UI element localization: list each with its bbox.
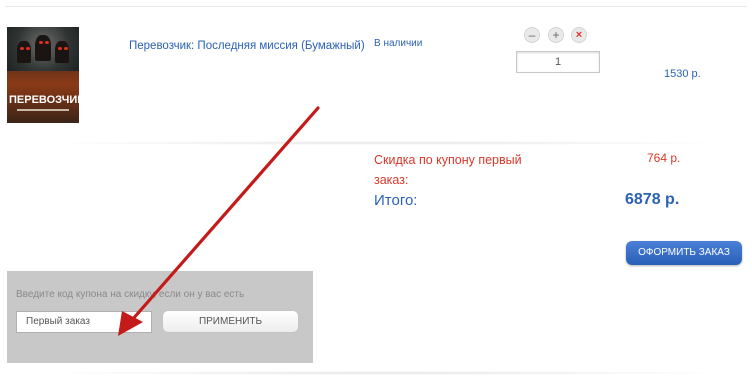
plus-icon: + <box>552 28 560 42</box>
book-cover-image[interactable]: ПЕРЕВОЗЧИК <box>7 27 79 123</box>
cover-subtitle-line <box>17 109 69 111</box>
apply-coupon-button[interactable]: ПРИМЕНИТЬ <box>162 310 299 333</box>
cover-figure <box>55 41 69 63</box>
item-price: 1530 р. <box>664 68 701 80</box>
quantity-input[interactable]: 1 <box>516 51 600 73</box>
product-title-link[interactable]: Перевозчик: Последняя миссия (Бумажный) <box>129 40 365 52</box>
discount-label: Скидка по купону первый заказ: <box>374 153 522 187</box>
coupon-code-input[interactable]: Первый заказ <box>16 311 152 333</box>
cover-eye <box>39 41 43 44</box>
total-label: Итого: <box>374 192 418 209</box>
stock-status: В наличии <box>374 38 423 49</box>
bottom-divider <box>30 371 740 375</box>
remove-icon: × <box>575 29 583 41</box>
place-order-button[interactable]: ОФОРМИТЬ ЗАКАЗ <box>626 241 742 265</box>
minus-icon: – <box>528 28 536 42</box>
remove-item-button[interactable]: × <box>571 27 587 43</box>
increase-quantity-button[interactable]: + <box>548 27 564 43</box>
cover-eye <box>45 41 49 44</box>
cover-eye <box>26 47 30 50</box>
cover-figure <box>17 41 31 63</box>
cover-eye <box>20 47 24 50</box>
top-divider <box>6 6 746 7</box>
total-value: 6878 р. <box>625 191 680 208</box>
cover-eye <box>64 47 68 50</box>
discount-value: 764 р. <box>647 151 681 165</box>
coupon-hint: Введите код купона на скидку, если он у … <box>16 289 245 300</box>
section-divider <box>30 141 740 145</box>
decrease-quantity-button[interactable]: – <box>524 27 540 43</box>
cover-title: ПЕРЕВОЗЧИК <box>9 94 79 106</box>
cover-eye <box>58 47 62 50</box>
cover-figure <box>35 35 51 61</box>
